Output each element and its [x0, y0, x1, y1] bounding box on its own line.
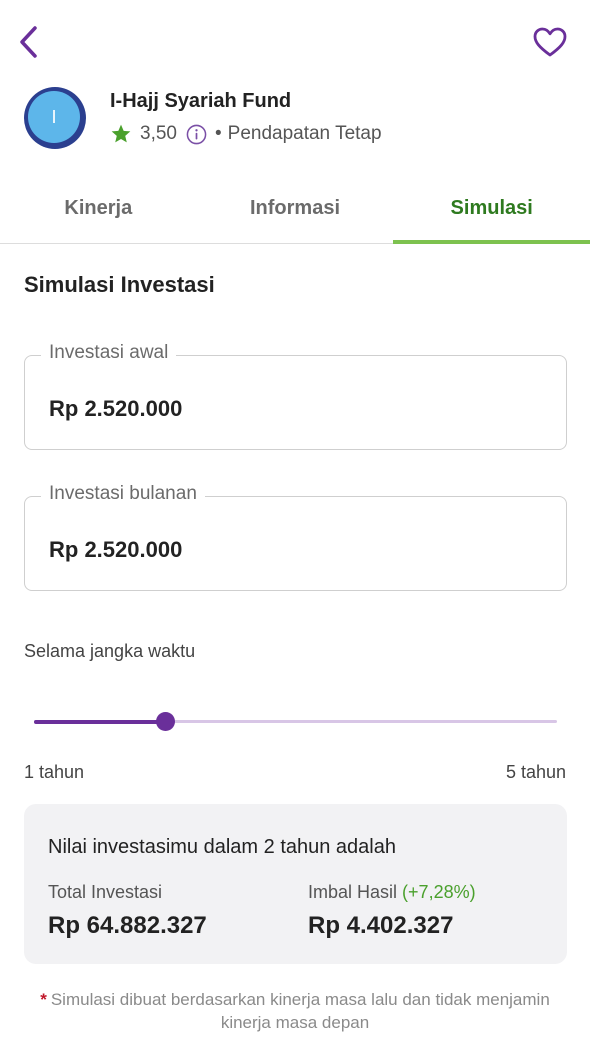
fund-category: Pendapatan Tetap — [227, 123, 382, 144]
tab-simulasi[interactable]: Simulasi — [393, 176, 590, 244]
fund-name: I-Hajj Syariah Fund — [110, 90, 292, 112]
duration-min-label: 1 tahun — [24, 762, 85, 782]
fund-meta: 3,50 • Pendapatan Tetap — [110, 123, 382, 145]
disclaimer-text: Simulasi dibuat berdasarkan kinerja masa… — [50, 990, 550, 1032]
info-circle-icon[interactable] — [186, 124, 207, 145]
disclaimer-asterisk: * — [40, 990, 47, 1009]
top-bar — [0, 0, 590, 80]
monthly-investment-label: Investasi bulanan — [41, 483, 205, 505]
meta-separator: • — [214, 123, 222, 144]
result-card: Nilai investasimu dalam 2 tahun adalah T… — [24, 804, 567, 964]
tab-informasi[interactable]: Informasi — [197, 176, 394, 240]
duration-slider[interactable] — [34, 708, 557, 736]
duration-max-label: 5 tahun — [505, 762, 566, 782]
section-title: Simulasi Investasi — [24, 272, 215, 297]
star-icon — [111, 124, 131, 143]
initial-investment-label: Investasi awal — [41, 342, 177, 364]
heart-outline-icon — [533, 27, 567, 57]
fund-avatar-letter: I — [28, 91, 80, 143]
return-label: Imbal Hasil — [308, 882, 398, 902]
return: Imbal Hasil (+7,28%) Rp 4.402.327 — [308, 882, 476, 940]
duration-label: Selama jangka waktu — [24, 641, 196, 661]
back-button[interactable] — [8, 20, 48, 64]
fund-avatar: I — [24, 87, 86, 149]
initial-investment-field[interactable]: Investasi awal Rp 2.520.000 — [24, 342, 567, 450]
total-investment-label: Total Investasi — [48, 882, 163, 902]
tab-kinerja[interactable]: Kinerja — [0, 176, 197, 240]
result-heading: Nilai investasimu dalam 2 tahun adalah — [48, 836, 396, 858]
initial-investment-value[interactable]: Rp 2.520.000 — [49, 396, 182, 422]
fund-header: I I-Hajj Syariah Fund 3,50 • Pendapatan … — [24, 86, 566, 150]
monthly-investment-value[interactable]: Rp 2.520.000 — [49, 537, 182, 563]
disclaimer: * Simulasi dibuat berdasarkan kinerja mas… — [40, 988, 550, 1034]
monthly-investment-field[interactable]: Investasi bulanan Rp 2.520.000 — [24, 483, 567, 591]
tab-bar: Kinerja Informasi Simulasi — [0, 176, 590, 244]
favorite-button[interactable] — [530, 22, 570, 62]
total-investment: Total Investasi Rp 64.882.327 — [48, 882, 207, 940]
return-value: Rp 4.402.327 — [308, 912, 454, 939]
total-investment-value: Rp 64.882.327 — [48, 912, 207, 939]
chevron-left-icon — [20, 26, 37, 58]
return-label-row: Imbal Hasil (+7,28%) — [308, 882, 476, 903]
slider-thumb[interactable] — [156, 712, 175, 731]
return-percentage: (+7,28%) — [402, 882, 476, 902]
slider-fill — [34, 720, 165, 724]
fund-rating: 3,50 — [140, 123, 177, 144]
